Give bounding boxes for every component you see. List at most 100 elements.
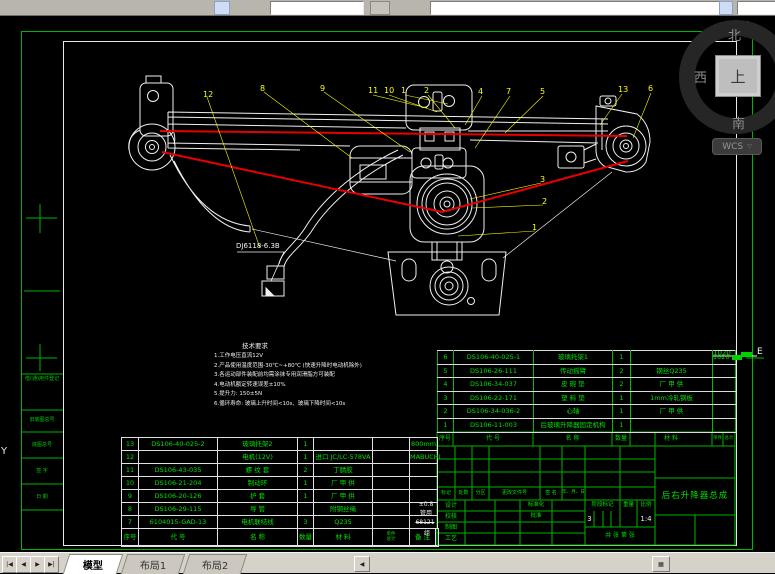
callout-number: 2 (424, 87, 429, 95)
bom-row: 6DS106-40-025-1玻璃托架111020 (438, 351, 736, 365)
hscroll-left-button[interactable]: ◀ (354, 556, 370, 572)
viewcube-top-face[interactable]: 上 (715, 55, 761, 97)
bom-cell (713, 364, 736, 378)
bom-cell (139, 451, 218, 464)
bom-cell: DS106-29-115 (139, 503, 218, 516)
motor (350, 146, 412, 194)
bom-cell: 护 套 (218, 490, 298, 503)
bom-cell: 2 (613, 364, 631, 378)
bom-cell (373, 438, 410, 451)
bom-cell: 钢丝Q235 (631, 364, 713, 378)
bom-cell: 厂 甲 供 (631, 405, 713, 419)
bom-cell (373, 451, 410, 464)
toolbar-button-1[interactable] (214, 1, 230, 15)
top-toolbar (0, 0, 775, 16)
bom-cell: 玻璃托架1 (534, 351, 613, 365)
bom-cell: 1 (613, 405, 631, 419)
bom-cell (410, 477, 438, 490)
rev-header-mark: 标记 (437, 487, 455, 500)
bom-cell: 12 (122, 451, 139, 464)
tab-nav-prev-button[interactable]: ◀ (16, 556, 31, 573)
header-material: 材 料 (314, 529, 373, 546)
callout-number: 1 (532, 224, 537, 232)
frame-field-base-no: 底图总号 (22, 442, 62, 449)
viewcube-north-label[interactable]: 北 (728, 25, 741, 44)
sig-approve: 批准 (520, 511, 552, 522)
bom-cell: DS106-34-037 (454, 378, 534, 392)
tab-layout1[interactable]: 布局1 (121, 554, 185, 574)
viewcube-west-label[interactable]: 西 (694, 67, 707, 86)
bom-cell: 玻璃托架2 (218, 438, 298, 451)
toolbar-field-3[interactable] (737, 1, 775, 15)
toolbar-button-2[interactable] (370, 1, 390, 15)
bom-cell: DS106-20-126 (139, 490, 218, 503)
tab-nav-last-button[interactable]: ▶| (44, 556, 59, 573)
toolbar-field-1[interactable] (270, 1, 364, 15)
bom-row: 13DS106-40-025-2玻璃托架21800mm (122, 438, 438, 451)
callout-number: 11 (368, 87, 378, 95)
bom-cell (314, 438, 373, 451)
drawing-title: 后右升降器总成 (655, 478, 735, 515)
bom-cell: 厂 甲 供 (314, 477, 373, 490)
bom-cell: 导 管 (218, 503, 298, 516)
wcs-label: WCS (722, 142, 743, 152)
bom-cell: 进口 JC/LC-578VA (314, 451, 373, 464)
stamp-extra: 组 (418, 530, 436, 538)
bom-cell: 3 (298, 516, 314, 529)
bom-cell: 2 (613, 378, 631, 392)
bom-row: 12电机(12V)1进口 JC/LC-578VAMABUCHI (122, 451, 438, 464)
toolbar-button-3[interactable] (719, 1, 733, 15)
bom-cell (373, 503, 410, 516)
pan-grid-button[interactable]: ▦ (652, 556, 670, 572)
bom-cell: 1 (613, 351, 631, 365)
bom-cell: DS106-22-171 (454, 391, 534, 405)
bom-cell: 13 (122, 438, 139, 451)
callout-number: 9 (320, 85, 325, 93)
bom-cell: 厂 甲 供 (631, 378, 713, 392)
bom-cell: 6104015-GAD-13 (139, 516, 218, 529)
bom-cell: 传动摇臂 (534, 364, 613, 378)
cable-highlight-red (160, 131, 628, 212)
bom-cell: 心轴 (534, 405, 613, 419)
bom-cell: 8 (122, 503, 139, 516)
bom-cell: 3 (438, 391, 454, 405)
bom-cell (298, 503, 314, 516)
weight-label: 重量 (620, 500, 637, 511)
frame-field-old-no: 旧底图总号 (22, 417, 62, 424)
highlight-swatch (732, 355, 742, 360)
tab-model[interactable]: 模型 (63, 554, 123, 574)
header-qty: 数量 (612, 432, 630, 446)
callout-number: 10 (384, 87, 394, 95)
sig-check: 校核 (437, 511, 465, 522)
callout-number: 6 (648, 85, 653, 93)
bom-cell: Q235 (314, 516, 373, 529)
bom-cell: 1 (298, 490, 314, 503)
bom-cell: 电机联结线 (218, 516, 298, 529)
bom-cell: 电机(12V) (218, 451, 298, 464)
viewcube-south-label[interactable]: 南 (732, 113, 745, 132)
wcs-dropdown[interactable]: WCS ▽ (712, 138, 762, 155)
bom-cell: 800mm (410, 438, 438, 451)
note-line: 5.提升力: 150±5N (214, 390, 384, 400)
dropdown-arrow-icon: ▽ (747, 143, 752, 150)
bom-cell: 1020 (713, 351, 736, 365)
bom-cell: DS106-11-003 (454, 418, 534, 432)
stamp-tolerance: ±0.8 (412, 501, 440, 509)
connector-part-label: DJ6118-6.3B (236, 242, 280, 250)
tab-nav-next-button[interactable]: ▶ (30, 556, 45, 573)
header-name: 名 称 (533, 432, 612, 446)
bom-cell: 1 (613, 418, 631, 432)
wire-harness (262, 150, 403, 296)
bom-row: 3DS106-22-171塑 料 垫11mm冷轧钢板 (438, 391, 736, 405)
bom-cell: 后玻璃升降器固定机构 (534, 418, 613, 432)
callout-number: 5 (540, 88, 545, 96)
callout-number: 1 (401, 87, 406, 95)
rev-header-count: 处数 (455, 487, 472, 500)
header-qty: 数量 (298, 529, 314, 546)
note-line: 2.产品使用温度范围-30℃~+80℃ (快速升降时电动机除外) (214, 362, 384, 372)
bom-cell (631, 418, 713, 432)
toolbar-field-2[interactable] (430, 1, 720, 15)
frame-field-date: 日 期 (22, 494, 62, 501)
tab-layout2[interactable]: 布局2 (183, 554, 247, 574)
tab-nav-first-button[interactable]: |◀ (2, 556, 17, 573)
